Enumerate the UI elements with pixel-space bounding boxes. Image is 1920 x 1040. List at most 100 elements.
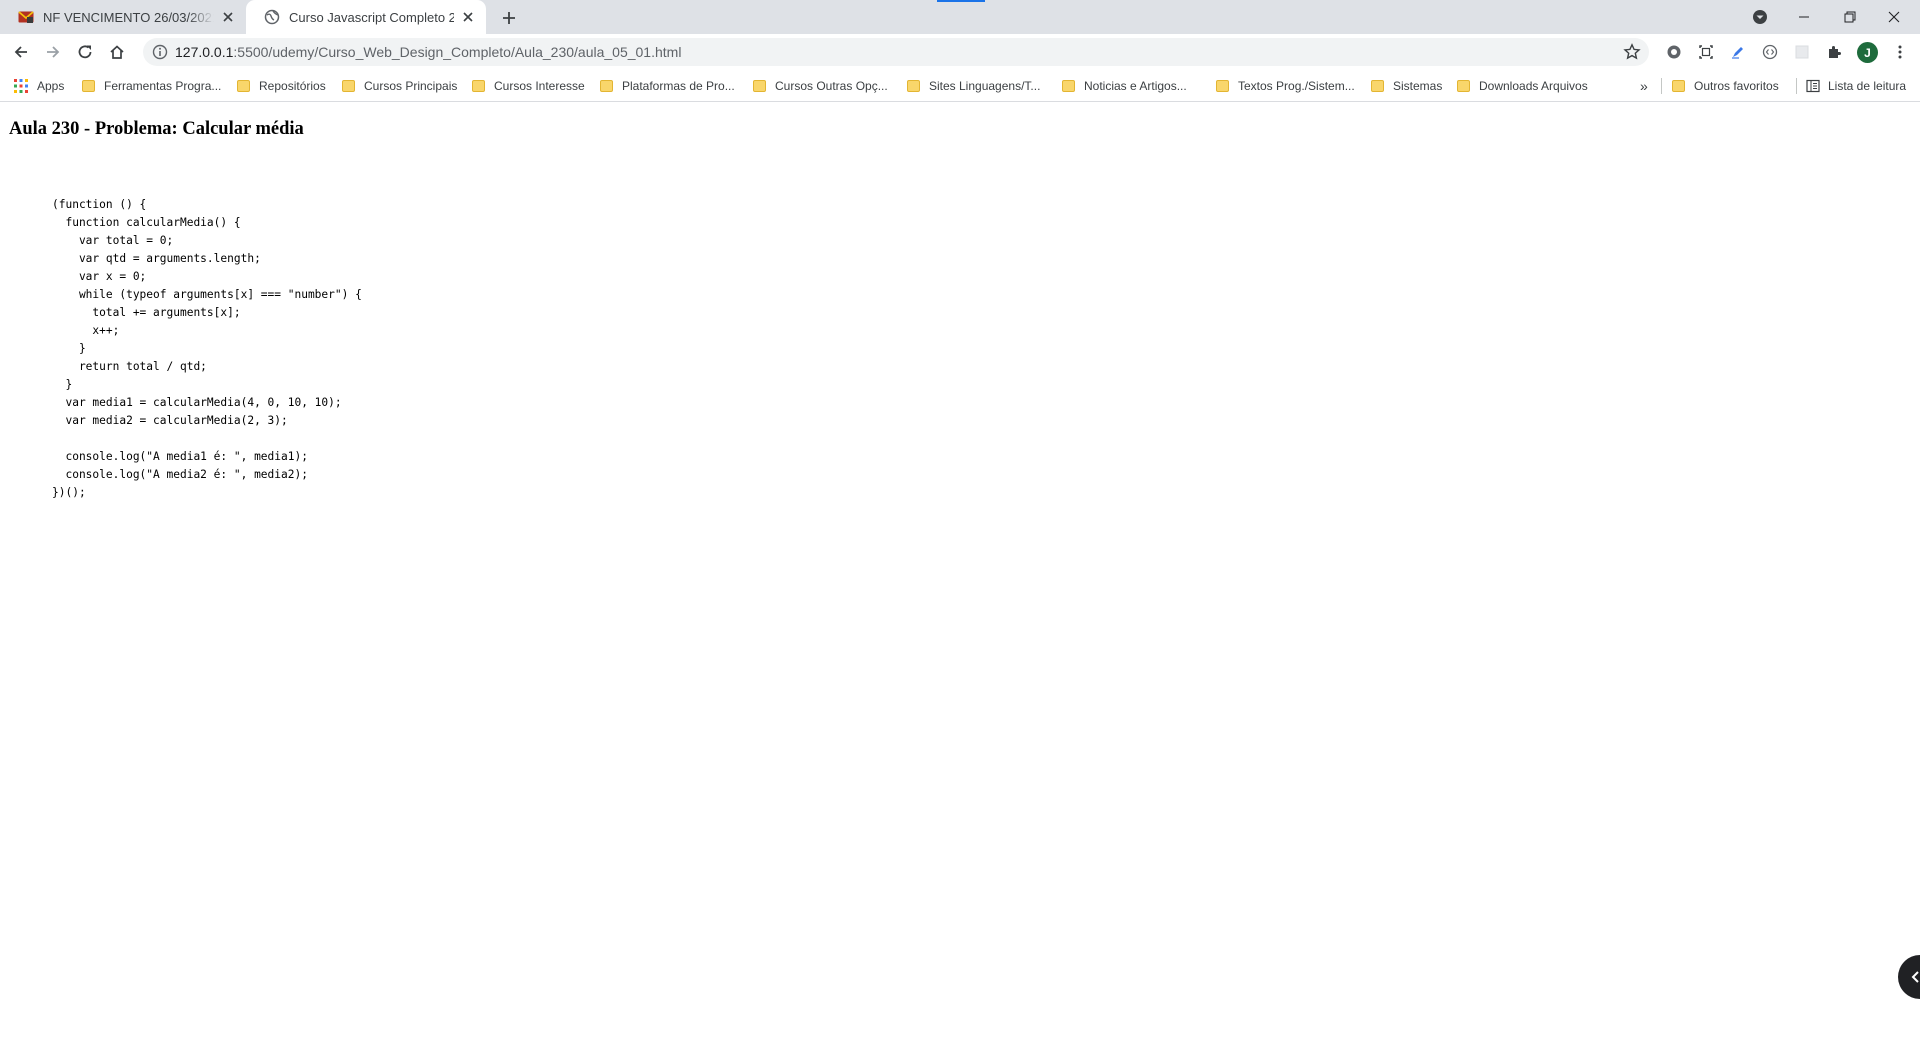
apps-grid-icon (14, 79, 28, 93)
mail-icon (18, 11, 34, 23)
chevron-double-right-icon: » (1640, 78, 1648, 94)
bookmark-folder[interactable]: Repositórios (237, 70, 326, 102)
code-extension-button[interactable] (1756, 38, 1784, 66)
floating-collapse-button[interactable] (1898, 955, 1920, 999)
tab-search-button[interactable] (1738, 0, 1782, 34)
reload-button[interactable] (71, 38, 99, 66)
bookmark-folder[interactable]: Cursos Outras Opç... (753, 70, 888, 102)
folder-icon (237, 80, 250, 92)
tab-loading-indicator (937, 0, 985, 2)
bookmark-label: Cursos Outras Opç... (775, 79, 888, 93)
code-block: (function () { function calcularMedia() … (52, 198, 362, 499)
page-title: Aula 230 - Problema: Calcular média (9, 119, 304, 139)
close-icon (1888, 11, 1900, 23)
bookmark-apps[interactable]: Apps (14, 70, 64, 102)
folder-icon (1672, 80, 1685, 92)
code-circle-icon (1762, 44, 1778, 60)
bookmark-label: Cursos Interesse (494, 79, 585, 93)
bookmark-folder[interactable]: Plataformas de Pro... (600, 70, 735, 102)
new-tab-button[interactable] (498, 7, 520, 29)
disabled-extension-button[interactable] (1788, 38, 1816, 66)
close-icon[interactable] (220, 9, 236, 25)
screenshot-icon (1699, 45, 1713, 59)
folder-icon (907, 80, 920, 92)
address-bar[interactable]: 127.0.0.1:5500/udemy/Curso_Web_Design_Co… (143, 38, 1649, 66)
bookmark-folder[interactable]: Textos Prog./Sistem... (1216, 70, 1355, 102)
browser-toolbar: 127.0.0.1:5500/udemy/Curso_Web_Design_Co… (0, 34, 1920, 70)
bookmark-label: Noticias e Artigos... (1084, 79, 1187, 93)
bookmark-folder[interactable]: Cursos Interesse (472, 70, 585, 102)
close-icon[interactable] (460, 9, 476, 25)
restore-button[interactable] (1828, 0, 1872, 34)
arrow-left-icon (14, 46, 27, 58)
settings-extension-icon (1667, 45, 1681, 59)
reload-icon (78, 45, 92, 59)
globe-icon (264, 9, 280, 25)
bookmarks-divider (1796, 78, 1797, 94)
bookmark-label: Outros favoritos (1694, 79, 1779, 93)
bookmark-label: Repositórios (259, 79, 326, 93)
info-icon[interactable] (152, 44, 168, 60)
bookmark-folder[interactable]: Downloads Arquivos (1457, 70, 1588, 102)
bookmark-label: Plataformas de Pro... (622, 79, 735, 93)
bookmark-folder[interactable]: Cursos Principais (342, 70, 457, 102)
url-text: 127.0.0.1:5500/udemy/Curso_Web_Design_Co… (175, 44, 681, 60)
bookmark-folder[interactable]: Sistemas (1371, 70, 1442, 102)
bookmark-label: Textos Prog./Sistem... (1238, 79, 1355, 93)
bookmark-folder[interactable]: Ferramentas Progra... (82, 70, 221, 102)
tab-title: Curso Javascript Completo 2008 (289, 9, 454, 25)
bookmark-folder[interactable]: Noticias e Artigos... (1062, 70, 1187, 102)
folder-icon (1216, 80, 1229, 92)
folder-icon (472, 80, 485, 92)
folder-icon (1371, 80, 1384, 92)
bookmark-label: Ferramentas Progra... (104, 79, 222, 93)
minimize-button[interactable] (1782, 0, 1826, 34)
back-button[interactable] (7, 38, 35, 66)
reading-list-icon (1806, 79, 1820, 93)
browser-menu-button[interactable] (1886, 38, 1914, 66)
forward-button[interactable] (39, 38, 67, 66)
folder-icon (342, 80, 355, 92)
chevron-down-circle-icon (1753, 10, 1767, 24)
profile-avatar[interactable]: J (1857, 42, 1878, 63)
folder-icon (753, 80, 766, 92)
pen-icon (1732, 47, 1743, 59)
more-vertical-icon (1898, 45, 1902, 59)
screenshot-extension-button[interactable] (1692, 38, 1720, 66)
blank-extension-icon (1795, 45, 1809, 59)
folder-icon (82, 80, 95, 92)
bookmarks-divider (1661, 78, 1662, 94)
extensions-menu-button[interactable] (1820, 38, 1848, 66)
extension-button[interactable] (1660, 38, 1688, 66)
edit-extension-button[interactable] (1724, 38, 1752, 66)
bookmark-label: Apps (37, 79, 65, 93)
chevron-left-icon (1911, 971, 1919, 983)
bookmarks-bar: Apps Ferramentas Progra... Repositórios … (0, 70, 1920, 102)
bookmark-other-favorites[interactable]: Outros favoritos (1672, 70, 1779, 102)
url-host: 127.0.0.1 (175, 44, 234, 60)
arrow-right-icon (47, 46, 60, 58)
bookmark-label: Sites Linguagens/T... (929, 79, 1041, 93)
star-icon[interactable] (1623, 43, 1641, 61)
home-button[interactable] (103, 38, 131, 66)
folder-icon (600, 80, 613, 92)
bookmark-label: Downloads Arquivos (1479, 79, 1588, 93)
bookmark-label: Cursos Principais (364, 79, 458, 93)
tab-nf-vencimento[interactable]: NF VENCIMENTO 26/03/2021 - joao (0, 0, 246, 34)
bookmarks-overflow-button[interactable]: » (1640, 70, 1648, 102)
bookmark-folder[interactable]: Sites Linguagens/T... (907, 70, 1040, 102)
tab-title: NF VENCIMENTO 26/03/2021 - joao (43, 9, 214, 25)
home-icon (110, 45, 124, 59)
puzzle-icon (1829, 46, 1841, 58)
close-window-button[interactable] (1872, 0, 1916, 34)
bookmark-label: Sistemas (1393, 79, 1443, 93)
folder-icon (1062, 80, 1075, 92)
plus-icon (503, 12, 515, 24)
tab-strip: NF VENCIMENTO 26/03/2021 - joao Curso Ja… (0, 0, 1920, 34)
folder-icon (1457, 80, 1470, 92)
minimize-icon (1799, 16, 1809, 18)
bookmark-label: Lista de leitura (1828, 79, 1907, 93)
restore-icon (1844, 11, 1856, 23)
tab-curso-javascript[interactable]: Curso Javascript Completo 2008 (246, 0, 486, 34)
reading-list-button[interactable]: Lista de leitura (1806, 70, 1906, 102)
